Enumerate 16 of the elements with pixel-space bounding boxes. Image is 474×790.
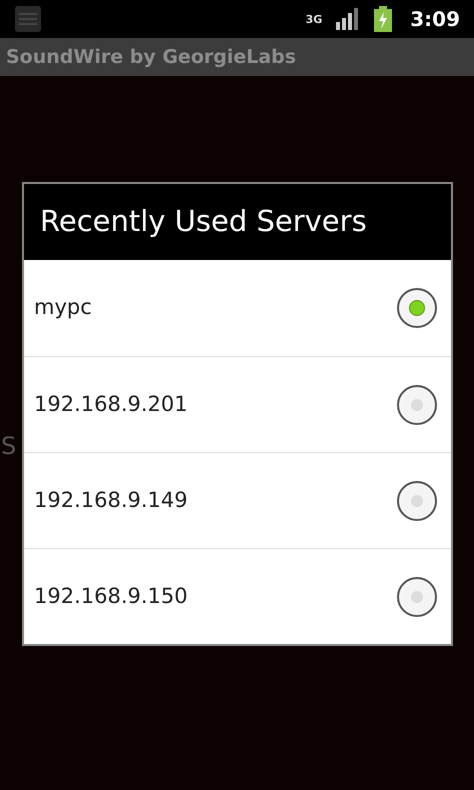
battery-charging-icon [374, 6, 392, 32]
network-type: 3G [306, 14, 322, 24]
server-name[interactable]: 192.168.9.201 [34, 388, 397, 420]
server-name[interactable]: mypc [34, 292, 397, 324]
background-text: S [1, 431, 16, 462]
notification-icon [14, 5, 42, 33]
radio-button[interactable] [397, 480, 437, 520]
radio-button[interactable] [397, 576, 437, 616]
clock: 3:09 [410, 6, 460, 33]
server-name[interactable]: 192.168.9.149 [34, 484, 397, 516]
signal-icon [336, 8, 360, 30]
server-name[interactable]: 192.168.9.150 [34, 580, 397, 612]
dialog-title: Recently Used Servers [40, 203, 367, 240]
radio-button[interactable] [397, 384, 437, 424]
radio-button[interactable] [397, 288, 437, 328]
app-title: SoundWire by GeorgieLabs [6, 44, 296, 70]
